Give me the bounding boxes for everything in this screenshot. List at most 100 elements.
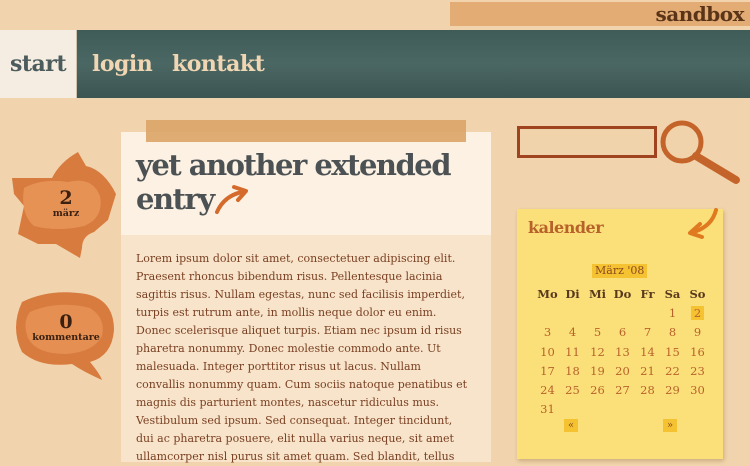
calendar-day[interactable]: 18: [560, 361, 585, 380]
post-tape: [146, 120, 466, 142]
calendar-day[interactable]: 16: [685, 342, 710, 361]
calendar-day[interactable]: 5: [585, 323, 610, 342]
site-brand[interactable]: sandbox: [656, 2, 745, 26]
calendar-arrow-icon: [688, 208, 718, 239]
calendar-day[interactable]: 1: [660, 303, 685, 322]
calendar-day[interactable]: 29: [660, 380, 685, 399]
calendar-day[interactable]: 11: [560, 342, 585, 361]
calendar-day-number: 14: [640, 344, 655, 359]
calendar-day-number: 23: [690, 363, 705, 378]
calendar-day-number: 2: [690, 305, 705, 320]
calendar-day[interactable]: 24: [535, 380, 560, 399]
calendar-day-number: 19: [590, 363, 605, 378]
calendar-day-number: 12: [590, 344, 605, 359]
calendar-prev-button[interactable]: «: [564, 419, 578, 432]
calendar-empty-cell: [685, 400, 710, 419]
magnifier-icon[interactable]: [652, 116, 746, 188]
curved-arrow-icon: [215, 185, 248, 214]
calendar-day-number: 29: [665, 383, 680, 398]
calendar-empty-cell: [610, 400, 635, 419]
post-date-day: 2: [59, 187, 73, 209]
calendar-day-number: 13: [615, 344, 630, 359]
calendar-day[interactable]: 17: [535, 361, 560, 380]
calendar-day-number: 5: [593, 325, 602, 340]
calendar-day-number: 6: [618, 325, 627, 340]
nav-tab-start[interactable]: start: [0, 30, 77, 98]
calendar-day[interactable]: 14: [635, 342, 660, 361]
calendar-day[interactable]: 20: [610, 361, 635, 380]
post-title[interactable]: yet another extended entry: [136, 148, 466, 216]
calendar-day-number: 17: [540, 363, 555, 378]
calendar-empty-cell: [585, 303, 610, 322]
calendar-empty-cell: [635, 303, 660, 322]
calendar-day[interactable]: 28: [635, 380, 660, 399]
calendar-day-number: 20: [615, 363, 630, 378]
calendar-day[interactable]: 4: [560, 323, 585, 342]
calendar-empty-cell: [535, 303, 560, 322]
calendar-day[interactable]: 30: [685, 380, 710, 399]
nav-tab-kontakt[interactable]: kontakt: [172, 30, 265, 98]
calendar-day-number: 8: [668, 325, 677, 340]
calendar-empty-cell: [635, 400, 660, 419]
calendar-day[interactable]: 10: [535, 342, 560, 361]
nav-tab-login[interactable]: login: [92, 30, 153, 98]
calendar-day[interactable]: 12: [585, 342, 610, 361]
calendar-title: kalender: [528, 218, 604, 237]
calendar-day-number: 7: [643, 325, 652, 340]
calendar-day-number: 22: [665, 363, 680, 378]
calendar-day-number: 30: [690, 383, 705, 398]
calendar-empty-cell: [560, 303, 585, 322]
calendar-empty-cell: [610, 303, 635, 322]
calendar-day[interactable]: 15: [660, 342, 685, 361]
calendar-day[interactable]: 7: [635, 323, 660, 342]
calendar-day-number: 9: [693, 325, 702, 340]
calendar-day-number: 3: [543, 325, 552, 340]
calendar-day-number: 15: [665, 344, 680, 359]
calendar-day[interactable]: 2: [685, 303, 710, 322]
calendar-day[interactable]: 21: [635, 361, 660, 380]
calendar-next-button[interactable]: »: [663, 419, 677, 432]
calendar-day[interactable]: 9: [685, 323, 710, 342]
comments-count: 0: [59, 311, 73, 333]
calendar-day[interactable]: 25: [560, 380, 585, 399]
post-date: 2 märz: [30, 186, 102, 222]
calendar-grid: Mo Di Mi Do Fr Sa So 1 2 3 4 5 6 7 8 9 10 11 12 13 14 15 16 17 1…: [535, 284, 710, 419]
calendar-day-number: 1: [668, 305, 677, 320]
calendar-day-number: 27: [615, 383, 630, 398]
calendar-weekday: Sa: [664, 286, 681, 301]
calendar-day-number: 28: [640, 383, 655, 398]
calendar-weekday: Do: [613, 286, 632, 301]
calendar-day-number: 24: [540, 383, 555, 398]
calendar-day-number: 16: [690, 344, 705, 359]
comments-label: kommentare: [32, 332, 100, 343]
calendar-month: März '08: [592, 264, 648, 278]
calendar-day[interactable]: 22: [660, 361, 685, 380]
calendar-day-number: 11: [565, 344, 580, 359]
calendar-empty-cell: [560, 400, 585, 419]
calendar-day[interactable]: 13: [610, 342, 635, 361]
calendar-day[interactable]: 27: [610, 380, 635, 399]
calendar-day[interactable]: 19: [585, 361, 610, 380]
calendar-day-number: 25: [565, 383, 580, 398]
calendar-weekday: So: [689, 286, 706, 301]
calendar-day-number: 26: [590, 383, 605, 398]
calendar-weekday: Mi: [588, 286, 607, 301]
calendar-day[interactable]: 23: [685, 361, 710, 380]
search-input[interactable]: [517, 126, 657, 158]
post-body: Lorem ipsum dolor sit amet, consectetuer…: [136, 252, 468, 463]
calendar-day-number: 31: [540, 402, 555, 417]
calendar-day-number: 21: [640, 363, 655, 378]
calendar-day[interactable]: 8: [660, 323, 685, 342]
calendar-day[interactable]: 31: [535, 400, 560, 419]
calendar-day[interactable]: 3: [535, 323, 560, 342]
calendar-weekday: Di: [565, 286, 580, 301]
calendar-day-number: 4: [568, 325, 577, 340]
comments-link[interactable]: 0 kommentare: [24, 310, 108, 346]
calendar-day[interactable]: 26: [585, 380, 610, 399]
calendar-empty-cell: [660, 400, 685, 419]
calendar-day-number: 18: [565, 363, 580, 378]
calendar-empty-cell: [585, 400, 610, 419]
calendar-weekday: Fr: [640, 286, 655, 301]
calendar-weekday: Mo: [537, 286, 558, 301]
calendar-day[interactable]: 6: [610, 323, 635, 342]
